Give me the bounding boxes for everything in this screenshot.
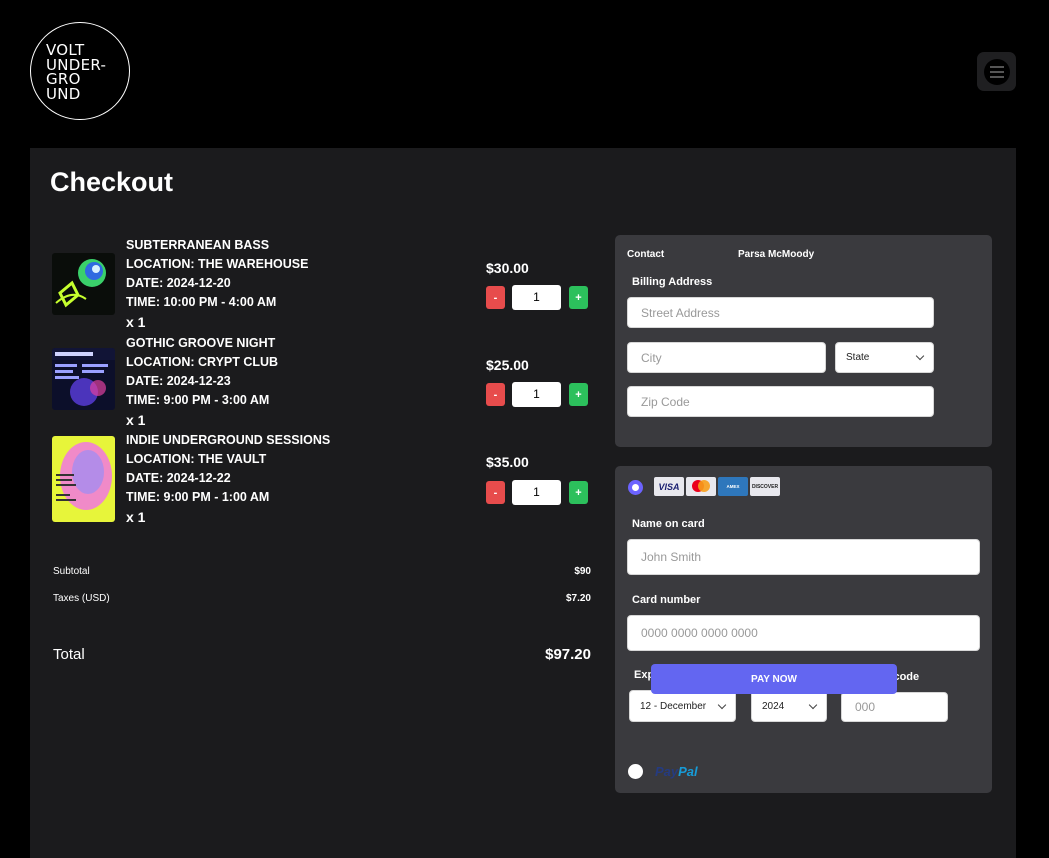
item-name: INDIE UNDERGROUND SESSIONS [126,433,331,447]
card-brands: VISA AMEX DISCOVER [654,477,780,496]
item-location: LOCATION: THE WAREHOUSE [126,257,309,271]
expiration-year-value: 2024 [762,700,785,712]
cart-item: INDIE UNDERGROUND SESSIONS LOCATION: THE… [30,431,610,529]
logo-text: VOLT UNDER- GRO UND [46,41,107,103]
chevron-down-icon [717,700,727,709]
taxes-row: Taxes (USD) $7.20 [53,593,591,604]
chevron-down-icon [915,351,925,361]
page-title: Checkout [50,167,174,197]
qty-input[interactable]: 1 [512,480,561,505]
event-thumbnail [52,253,115,315]
item-date: DATE: 2024-12-20 [126,276,231,290]
paypal-logo: PayPal [655,764,698,779]
event-thumbnail [52,436,115,522]
item-qty-text: x 1 [126,509,146,525]
checkout-panel: Checkout SUBTERRANEAN BASS LOCATION: THE… [30,148,1016,858]
item-price: $25.00 [486,357,529,373]
cart-item: SUBTERRANEAN BASS LOCATION: THE WAREHOUS… [30,236,610,334]
increase-qty-button[interactable]: + [569,286,588,309]
menu-button[interactable] [977,52,1016,91]
card-payment-radio[interactable] [628,480,643,495]
item-time: TIME: 10:00 PM - 4:00 AM [126,295,277,309]
item-qty-text: x 1 [126,314,146,330]
item-time: TIME: 9:00 PM - 3:00 AM [126,393,270,407]
decrease-qty-button[interactable]: - [486,383,505,406]
total-label: Total [53,646,85,663]
decrease-qty-button[interactable]: - [486,286,505,309]
item-location: LOCATION: CRYPT CLUB [126,355,279,369]
total-row: Total $97.20 [53,646,591,663]
payment-box: VISA AMEX DISCOVER Name on card John Smi… [615,466,992,793]
decrease-qty-button[interactable]: - [486,481,505,504]
name-on-card-input[interactable]: John Smith [627,539,980,575]
mastercard-icon [686,477,716,496]
amex-icon: AMEX [718,477,748,496]
taxes-label: Taxes (USD) [53,593,110,604]
subtotal-row: Subtotal $90 [53,566,591,577]
item-name: SUBTERRANEAN BASS [126,238,270,252]
contact-label: Contact [627,249,665,260]
expiration-month-select[interactable]: 12 - December [629,690,736,722]
menu-icon [983,58,1010,85]
item-time: TIME: 9:00 PM - 1:00 AM [126,490,270,504]
item-date: DATE: 2024-12-23 [126,374,231,388]
zip-code-input[interactable]: Zip Code [627,386,934,417]
contact-name: Parsa McMoody [738,249,815,260]
increase-qty-button[interactable]: + [569,481,588,504]
pay-now-button[interactable]: PAY NOW [651,664,897,694]
subtotal-label: Subtotal [53,566,90,577]
item-name: GOTHIC GROOVE NIGHT [126,336,276,350]
item-location: LOCATION: THE VAULT [126,452,267,466]
event-thumbnail [52,348,115,410]
item-price: $35.00 [486,454,529,470]
item-qty-text: x 1 [126,412,146,428]
item-info: GOTHIC GROOVE NIGHT LOCATION: CRYPT CLUB… [126,334,278,430]
chevron-down-icon [808,700,818,709]
discover-icon: DISCOVER [750,477,780,496]
state-select[interactable]: State [835,342,934,373]
item-info: SUBTERRANEAN BASS LOCATION: THE WAREHOUS… [126,236,308,332]
logo[interactable]: VOLT UNDER- GRO UND [30,22,130,120]
expiration-year-select[interactable]: 2024 [751,690,827,722]
card-number-input[interactable]: 0000 0000 0000 0000 [627,615,980,651]
card-number-label: Card number [632,594,701,606]
qty-input[interactable]: 1 [512,382,561,407]
name-on-card-label: Name on card [632,518,705,530]
paypal-text-pal: Pal [678,764,698,779]
taxes-value: $7.20 [565,593,591,604]
expiration-month-value: 12 - December [640,700,707,712]
increase-qty-button[interactable]: + [569,383,588,406]
item-price: $30.00 [486,260,529,276]
state-select-value: State [846,352,870,363]
visa-icon: VISA [654,477,684,496]
billing-address-label: Billing Address [632,276,713,288]
street-address-input[interactable]: Street Address [627,297,934,328]
total-value: $97.20 [545,646,591,663]
paypal-text-pay: Pay [655,764,679,779]
item-date: DATE: 2024-12-22 [126,471,231,485]
subtotal-value: $90 [574,566,591,577]
item-info: INDIE UNDERGROUND SESSIONS LOCATION: THE… [126,431,330,527]
billing-box: Contact Parsa McMoody Billing Address St… [615,235,992,447]
paypal-radio[interactable] [628,764,643,779]
qty-input[interactable]: 1 [512,285,561,310]
cart-item: GOTHIC GROOVE NIGHT LOCATION: CRYPT CLUB… [30,334,610,432]
security-code-input[interactable]: 000 [841,692,948,722]
city-input[interactable]: City [627,342,826,373]
